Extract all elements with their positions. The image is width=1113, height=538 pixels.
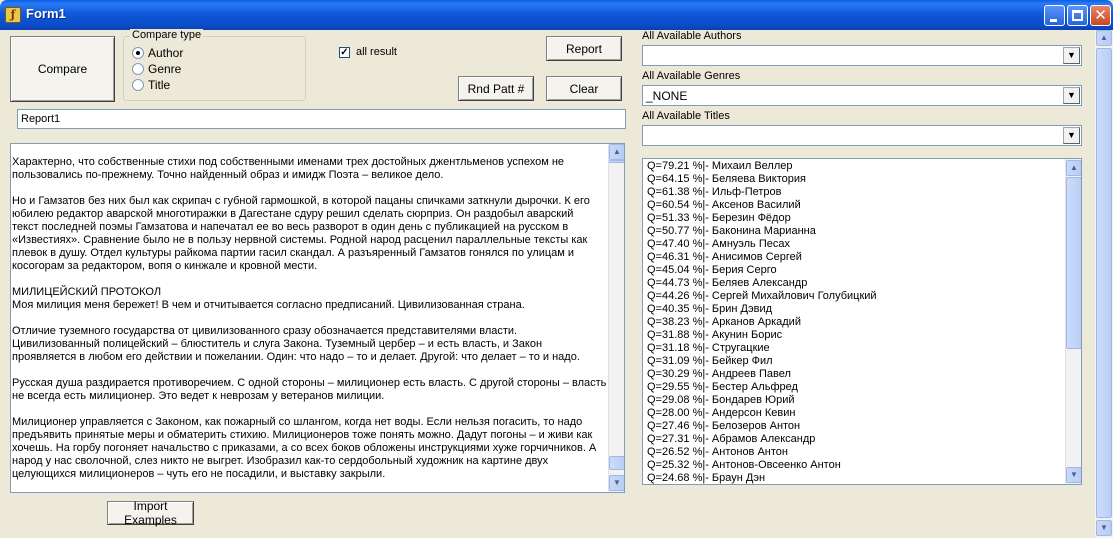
list-item[interactable]: Q=26.52 %|- Антонов Антон	[643, 446, 1063, 459]
maximize-button[interactable]	[1067, 5, 1088, 26]
title-bar: ƒ Form1 ✕	[0, 0, 1113, 30]
list-item[interactable]: Q=29.55 %|- Бестер Альфред	[643, 381, 1063, 394]
compare-button[interactable]: Compare	[10, 36, 115, 102]
results-scroll-thumb[interactable]	[1066, 177, 1081, 349]
list-item[interactable]: Q=45.04 %|- Берия Серго	[643, 264, 1063, 277]
radio-title[interactable]	[132, 79, 144, 91]
list-item[interactable]: Q=64.15 %|- Беляева Виктория	[643, 173, 1063, 186]
app-icon: ƒ	[5, 7, 21, 23]
report-name-field[interactable]: Report1	[17, 109, 626, 129]
memo-scroll-down-icon[interactable]: ▼	[609, 475, 624, 491]
list-item[interactable]: Q=28.00 %|- Андерсон Кевин	[643, 407, 1063, 420]
memo-scroll-thumb-lower[interactable]	[609, 456, 624, 470]
radio-author[interactable]	[132, 47, 144, 59]
radio-genre[interactable]	[132, 63, 144, 75]
genres-select[interactable]: _NONE ▼	[642, 85, 1082, 106]
list-item[interactable]: Q=31.88 %|- Акунин Борис	[643, 329, 1063, 342]
genres-label: All Available Genres	[642, 70, 741, 82]
list-item[interactable]: Q=50.77 %|- Баконина Марианна	[643, 225, 1063, 238]
results-scrollbar[interactable]: ▲ ▼	[1065, 159, 1081, 484]
authors-select[interactable]: ▼	[642, 45, 1082, 66]
list-item[interactable]: Q=31.09 %|- Бейкер Фил	[643, 355, 1063, 368]
list-item[interactable]: Q=27.31 %|- Абрамов Александр	[643, 433, 1063, 446]
minimize-icon	[1050, 19, 1057, 22]
memo-scrollbar[interactable]: ▲ ▼	[608, 144, 624, 492]
compare-type-title: Compare type	[130, 29, 204, 41]
window-scroll-up-icon[interactable]: ▲	[1096, 30, 1112, 46]
list-item[interactable]: Q=40.35 %|- Брин Дэвид	[643, 303, 1063, 316]
list-item[interactable]: Q=24.68 %|- Браун Дэн	[643, 472, 1063, 484]
radio-genre-label[interactable]: Genre	[148, 62, 181, 76]
rnd-patt-button[interactable]: Rnd Patt #	[458, 76, 534, 101]
clear-button[interactable]: Clear	[546, 76, 622, 101]
list-item[interactable]: Q=47.40 %|- Амнуэль Песах	[643, 238, 1063, 251]
results-items: Q=79.21 %|- Михаил Веллер Q=64.15 %|- Бел…	[643, 160, 1063, 484]
list-item[interactable]: Q=60.54 %|- Аксенов Василий	[643, 199, 1063, 212]
list-item[interactable]: Q=38.23 %|- Арканов Аркадий	[643, 316, 1063, 329]
memo-scroll-up-icon[interactable]: ▲	[609, 144, 624, 160]
list-item[interactable]: Q=31.18 %|- Стругацкие	[643, 342, 1063, 355]
all-result-checkbox[interactable]: ✓	[339, 47, 350, 58]
chevron-down-icon[interactable]: ▼	[1063, 127, 1080, 144]
memo-scroll-thumb[interactable]	[609, 160, 624, 163]
radio-title-label[interactable]: Title	[148, 78, 170, 92]
genres-value: _NONE	[646, 89, 688, 103]
window-scroll-thumb[interactable]	[1096, 48, 1112, 518]
list-item[interactable]: Q=44.73 %|- Беляев Александр	[643, 277, 1063, 290]
list-item[interactable]: Q=79.21 %|- Михаил Веллер	[643, 160, 1063, 173]
window-scroll-down-icon[interactable]: ▼	[1096, 520, 1112, 536]
report-button[interactable]: Report	[546, 36, 622, 61]
authors-label: All Available Authors	[642, 30, 742, 42]
list-item[interactable]: Q=30.29 %|- Андреев Павел	[643, 368, 1063, 381]
list-item[interactable]: Q=61.38 %|- Ильф-Петров	[643, 186, 1063, 199]
import-examples-button[interactable]: Import Examples	[107, 499, 194, 527]
window-scrollbar[interactable]: ▲ ▼	[1095, 30, 1113, 538]
list-item[interactable]: Q=29.08 %|- Бондарев Юрий	[643, 394, 1063, 407]
maximize-icon	[1072, 10, 1083, 21]
radio-author-label[interactable]: Author	[148, 46, 183, 60]
titles-select[interactable]: ▼	[642, 125, 1082, 146]
close-button[interactable]: ✕	[1090, 5, 1111, 26]
list-item[interactable]: Q=25.32 %|- Антонов-Овсеенко Антон	[643, 459, 1063, 472]
all-result-label[interactable]: all result	[356, 46, 397, 58]
window-title: Form1	[26, 6, 66, 21]
titles-label: All Available Titles	[642, 110, 730, 122]
list-item[interactable]: Q=44.26 %|- Сергей Михайлович Голубицкий	[643, 290, 1063, 303]
list-item[interactable]: Q=51.33 %|- Березин Фёдор	[643, 212, 1063, 225]
results-scroll-down-icon[interactable]: ▼	[1066, 467, 1081, 483]
close-icon: ✕	[1094, 6, 1107, 24]
results-list[interactable]: Q=79.21 %|- Михаил Веллер Q=64.15 %|- Бел…	[642, 158, 1082, 485]
chevron-down-icon[interactable]: ▼	[1063, 47, 1080, 64]
minimize-button[interactable]	[1044, 5, 1065, 26]
list-item[interactable]: Q=46.31 %|- Анисимов Сергей	[643, 251, 1063, 264]
list-item[interactable]: Q=27.46 %|- Белозеров Антон	[643, 420, 1063, 433]
chevron-down-icon[interactable]: ▼	[1063, 87, 1080, 104]
text-memo[interactable]: Характерно, что собственные стихи под со…	[10, 143, 625, 493]
memo-content: Характерно, что собственные стихи под со…	[12, 156, 607, 480]
results-scroll-up-icon[interactable]: ▲	[1066, 160, 1081, 176]
